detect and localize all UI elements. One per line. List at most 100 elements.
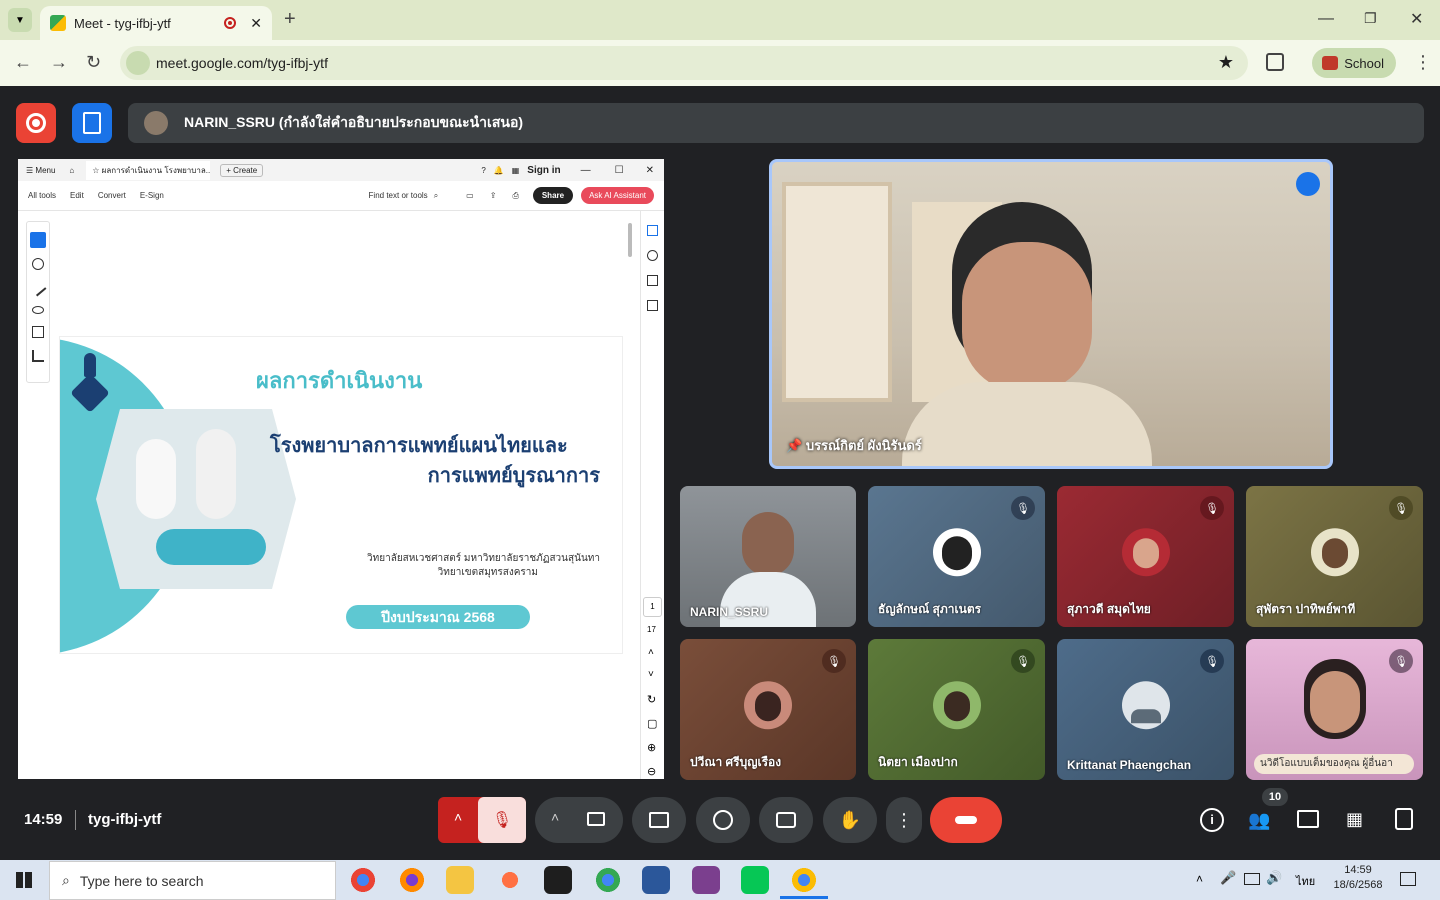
page-number-input[interactable]: 1 — [643, 597, 662, 617]
mic-off-icon[interactable]: 🎙 — [478, 797, 526, 843]
scrollbar-thumb[interactable] — [628, 223, 632, 257]
present-button[interactable] — [632, 797, 686, 843]
zoom-in-icon[interactable]: ⊕ — [647, 741, 656, 754]
app-icon[interactable] — [496, 866, 524, 894]
tool-edit[interactable]: Edit — [70, 191, 84, 200]
participant-tile[interactable]: 🎙 นิตยา เมืองปาก — [868, 639, 1045, 780]
chrome-icon[interactable] — [349, 866, 377, 894]
captions-button[interactable] — [759, 797, 813, 843]
page-up-icon[interactable]: ˄ — [648, 647, 654, 658]
participant-tile[interactable]: 🎙 ปวีณา ศรีบุญเรือง — [680, 639, 856, 780]
ai-panel-icon[interactable] — [647, 225, 658, 236]
chat-icon[interactable] — [1297, 810, 1319, 828]
chrome-active-icon[interactable] — [790, 866, 818, 894]
ai-assistant-button[interactable]: Ask AI Assistant — [581, 187, 654, 204]
profile-button[interactable]: School — [1312, 48, 1396, 78]
save-icon[interactable]: ▭ — [466, 191, 474, 200]
windows-start-icon[interactable] — [16, 872, 32, 888]
tool-convert[interactable]: Convert — [98, 191, 126, 200]
file-explorer-icon[interactable] — [446, 866, 474, 894]
pen-tool-icon[interactable] — [29, 279, 47, 297]
bookmarks-panel-icon[interactable] — [647, 275, 658, 286]
chrome-profile-icon[interactable] — [594, 866, 622, 894]
site-info-icon[interactable] — [126, 51, 150, 75]
select-tool-icon[interactable] — [30, 232, 46, 248]
extensions-icon[interactable] — [1266, 53, 1284, 71]
taskbar-search[interactable]: ⌕ Type here to search — [49, 861, 336, 900]
participant-tile[interactable]: 🎙 ธัญลักษณ์ สุภาเนตร — [868, 486, 1045, 627]
participant-tile[interactable]: 🎙 สุภาวดี สมุดไทย — [1057, 486, 1234, 627]
word-icon[interactable] — [642, 866, 670, 894]
zoom-out-icon[interactable]: ⊖ — [647, 765, 656, 778]
network-icon[interactable] — [1244, 873, 1260, 885]
sign-tool-icon[interactable] — [32, 350, 44, 362]
raise-hand-button[interactable]: ✋ — [823, 797, 877, 843]
forward-icon[interactable]: → — [50, 52, 68, 73]
camera-icon[interactable] — [587, 812, 605, 826]
apps-icon[interactable]: ▦ — [512, 166, 520, 175]
bell-icon[interactable]: 🔔 — [494, 166, 504, 175]
back-icon[interactable]: ← — [14, 52, 32, 73]
viewer-restore-icon[interactable]: ☐ — [615, 165, 624, 176]
find-tools[interactable]: Find text or tools — [369, 191, 428, 200]
comments-panel-icon[interactable] — [647, 250, 658, 261]
recording-button[interactable] — [16, 103, 56, 143]
mic-options-icon[interactable]: ˄ — [454, 809, 462, 825]
pinned-participant-tile[interactable]: 📌 บรรณ์กิตย์ ผังนิรันดร์ — [769, 159, 1333, 469]
participant-tile[interactable]: 🎙 สุพัตรา ปาทิพย์พาที — [1246, 486, 1423, 627]
create-button[interactable]: + Create — [220, 163, 264, 177]
page-down-icon[interactable]: ˅ — [648, 669, 654, 680]
address-bar[interactable]: meet.google.com/tyg-ifbj-ytf ★ — [120, 46, 1248, 80]
browser-tab-meet[interactable]: Meet - tyg-ifbj-ytf ✕ — [40, 6, 272, 40]
leave-call-button[interactable] — [930, 797, 1002, 843]
text-tool-icon[interactable] — [32, 326, 44, 338]
notes-button[interactable] — [72, 103, 112, 143]
tab-close-icon[interactable]: ✕ — [250, 15, 262, 32]
winrar-icon[interactable] — [692, 866, 720, 894]
minimize-icon[interactable]: — — [1318, 10, 1334, 28]
tool-all-tools[interactable]: All tools — [28, 191, 56, 200]
notifications-icon[interactable] — [1400, 872, 1416, 886]
viewer-minimize-icon[interactable]: — — [581, 165, 591, 176]
viewer-tab[interactable]: ☆ ผลการดำเนินงาน โรงพยาบาล... ✕ — [86, 160, 211, 180]
lasso-tool-icon[interactable] — [32, 306, 44, 314]
reactions-button[interactable] — [696, 797, 750, 843]
viewer-menu[interactable]: ☰ Menu — [26, 166, 55, 175]
viewer-close-icon[interactable]: ✕ — [646, 165, 654, 176]
tray-mic-icon[interactable]: 🎤 — [1220, 870, 1236, 886]
reload-icon[interactable]: ↻ — [86, 52, 101, 73]
fit-page-icon[interactable]: ▢ — [647, 717, 657, 730]
participant-tile[interactable]: 🎙 Krittanat Phaengchan — [1057, 639, 1234, 780]
firefox-icon[interactable] — [398, 866, 426, 894]
print-icon[interactable]: ⎙ — [512, 191, 518, 201]
home-icon[interactable]: ⌂ — [69, 166, 74, 175]
people-icon[interactable]: 👥 — [1248, 810, 1270, 831]
comment-tool-icon[interactable] — [32, 258, 44, 270]
more-options-button[interactable]: ⋮ — [886, 797, 922, 843]
line-icon[interactable] — [741, 866, 769, 894]
new-tab-icon[interactable]: + — [284, 8, 296, 31]
participant-tile[interactable]: NARIN_SSRU — [680, 486, 856, 627]
tool-esign[interactable]: E-Sign — [140, 191, 164, 200]
help-icon[interactable]: ? — [481, 166, 485, 175]
find-search-icon[interactable]: ⌕ — [434, 191, 438, 201]
terminal-icon[interactable] — [544, 866, 572, 894]
taskbar-clock[interactable]: 14:59 18/6/2568 — [1326, 864, 1390, 891]
browser-menu-icon[interactable]: ⋮ — [1414, 52, 1432, 73]
restore-icon[interactable]: ❐ — [1364, 10, 1377, 27]
rotate-icon[interactable]: ↻ — [647, 693, 656, 706]
self-view-tile[interactable]: 🎙 นวิดีโอแบบเต็มของคุณ ผู้อื่นอา — [1246, 639, 1423, 780]
meeting-info-icon[interactable]: i — [1200, 808, 1224, 832]
bookmark-star-icon[interactable]: ★ — [1218, 52, 1234, 73]
pages-panel-icon[interactable] — [647, 300, 658, 311]
volume-icon[interactable]: 🔊 — [1266, 870, 1282, 886]
activities-icon[interactable]: ▦ — [1346, 809, 1363, 830]
tab-search-icon[interactable]: ▼ — [8, 8, 32, 32]
sign-in-link[interactable]: Sign in — [527, 165, 560, 176]
camera-options-icon[interactable]: ˄ — [551, 809, 559, 825]
close-window-icon[interactable]: ✕ — [1410, 9, 1423, 29]
share-button[interactable]: Share — [532, 187, 574, 204]
host-controls-icon[interactable] — [1395, 808, 1413, 830]
language-indicator[interactable]: ไทย — [1296, 872, 1315, 890]
tray-expand-icon[interactable]: ˄ — [1196, 872, 1203, 886]
